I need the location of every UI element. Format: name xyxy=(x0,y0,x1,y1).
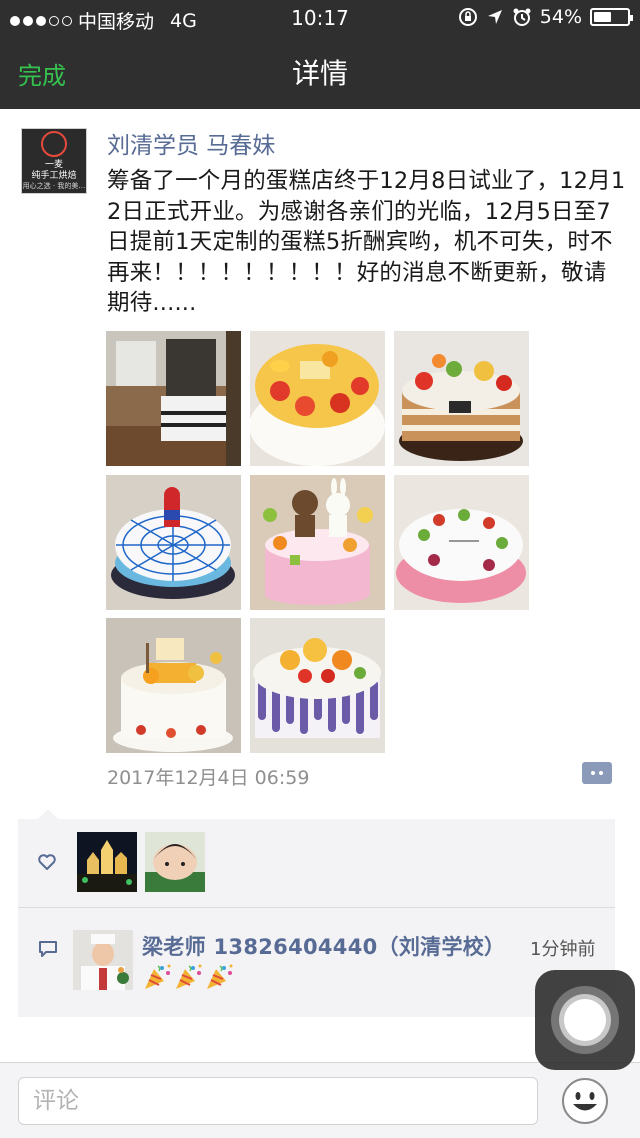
naked-fruit-cake-photo[interactable] xyxy=(394,331,529,466)
fruit-cake-photo[interactable] xyxy=(250,331,385,466)
heart-icon xyxy=(38,854,56,870)
nav-bar: 完成 详情 xyxy=(0,36,640,109)
comment-body xyxy=(142,963,235,997)
comment-input[interactable] xyxy=(18,1077,538,1125)
selfie-avatar[interactable] xyxy=(145,832,205,892)
author-name[interactable]: 刘清学员 马春妹 xyxy=(107,126,275,160)
page-title: 详情 xyxy=(291,57,348,90)
party-popper-icon xyxy=(142,963,172,991)
smiley-icon[interactable] xyxy=(561,1077,609,1125)
party-popper-icon xyxy=(173,963,203,991)
comment-bar xyxy=(0,1062,640,1138)
location-arrow-icon xyxy=(487,10,502,24)
more-actions-button[interactable] xyxy=(582,762,612,784)
post-timestamp: 2017年12月4日 06:59 xyxy=(107,767,310,789)
night-castle-avatar[interactable] xyxy=(77,832,137,892)
comment-author[interactable]: 梁老师 13826404440（刘清学校） xyxy=(142,931,505,961)
post-text: 筹备了一个月的蛋糕店终于12月8日试业了，12月12日正式开业。为感谢各亲们的光… xyxy=(107,168,626,316)
status-bar: 中国移动 4G 10:17 54% xyxy=(0,0,640,36)
commenter-avatar[interactable] xyxy=(73,930,133,990)
shop-interior-photo[interactable] xyxy=(106,331,241,466)
rotation-lock-icon xyxy=(458,8,477,26)
logo-icon xyxy=(41,131,67,157)
mango-cake-photo[interactable] xyxy=(106,618,241,753)
bear-bunny-cake-photo[interactable] xyxy=(250,475,385,610)
interaction-panel: 梁老师 13826404440（刘清学校） 1分钟前 xyxy=(18,809,615,1017)
comment-icon xyxy=(39,941,57,957)
battery-percent: 54% xyxy=(539,6,582,28)
alarm-clock-icon xyxy=(513,8,531,26)
divider xyxy=(18,907,615,908)
spiderman-cake-photo[interactable] xyxy=(106,475,241,610)
assistive-touch-button[interactable] xyxy=(535,970,635,1070)
battery-icon xyxy=(590,8,633,26)
purple-drip-cake-photo[interactable] xyxy=(250,618,385,753)
top-bar: 中国移动 4G 10:17 54% 完成 详情 xyxy=(0,0,640,109)
birthday-fruit-cake-photo[interactable] xyxy=(394,475,529,610)
photo-grid xyxy=(106,331,530,753)
party-popper-icon xyxy=(204,963,234,991)
author-avatar[interactable]: 一麦 纯手工烘焙 用心之选 · 我的美… xyxy=(21,128,87,194)
comment-time: 1分钟前 xyxy=(530,939,596,960)
